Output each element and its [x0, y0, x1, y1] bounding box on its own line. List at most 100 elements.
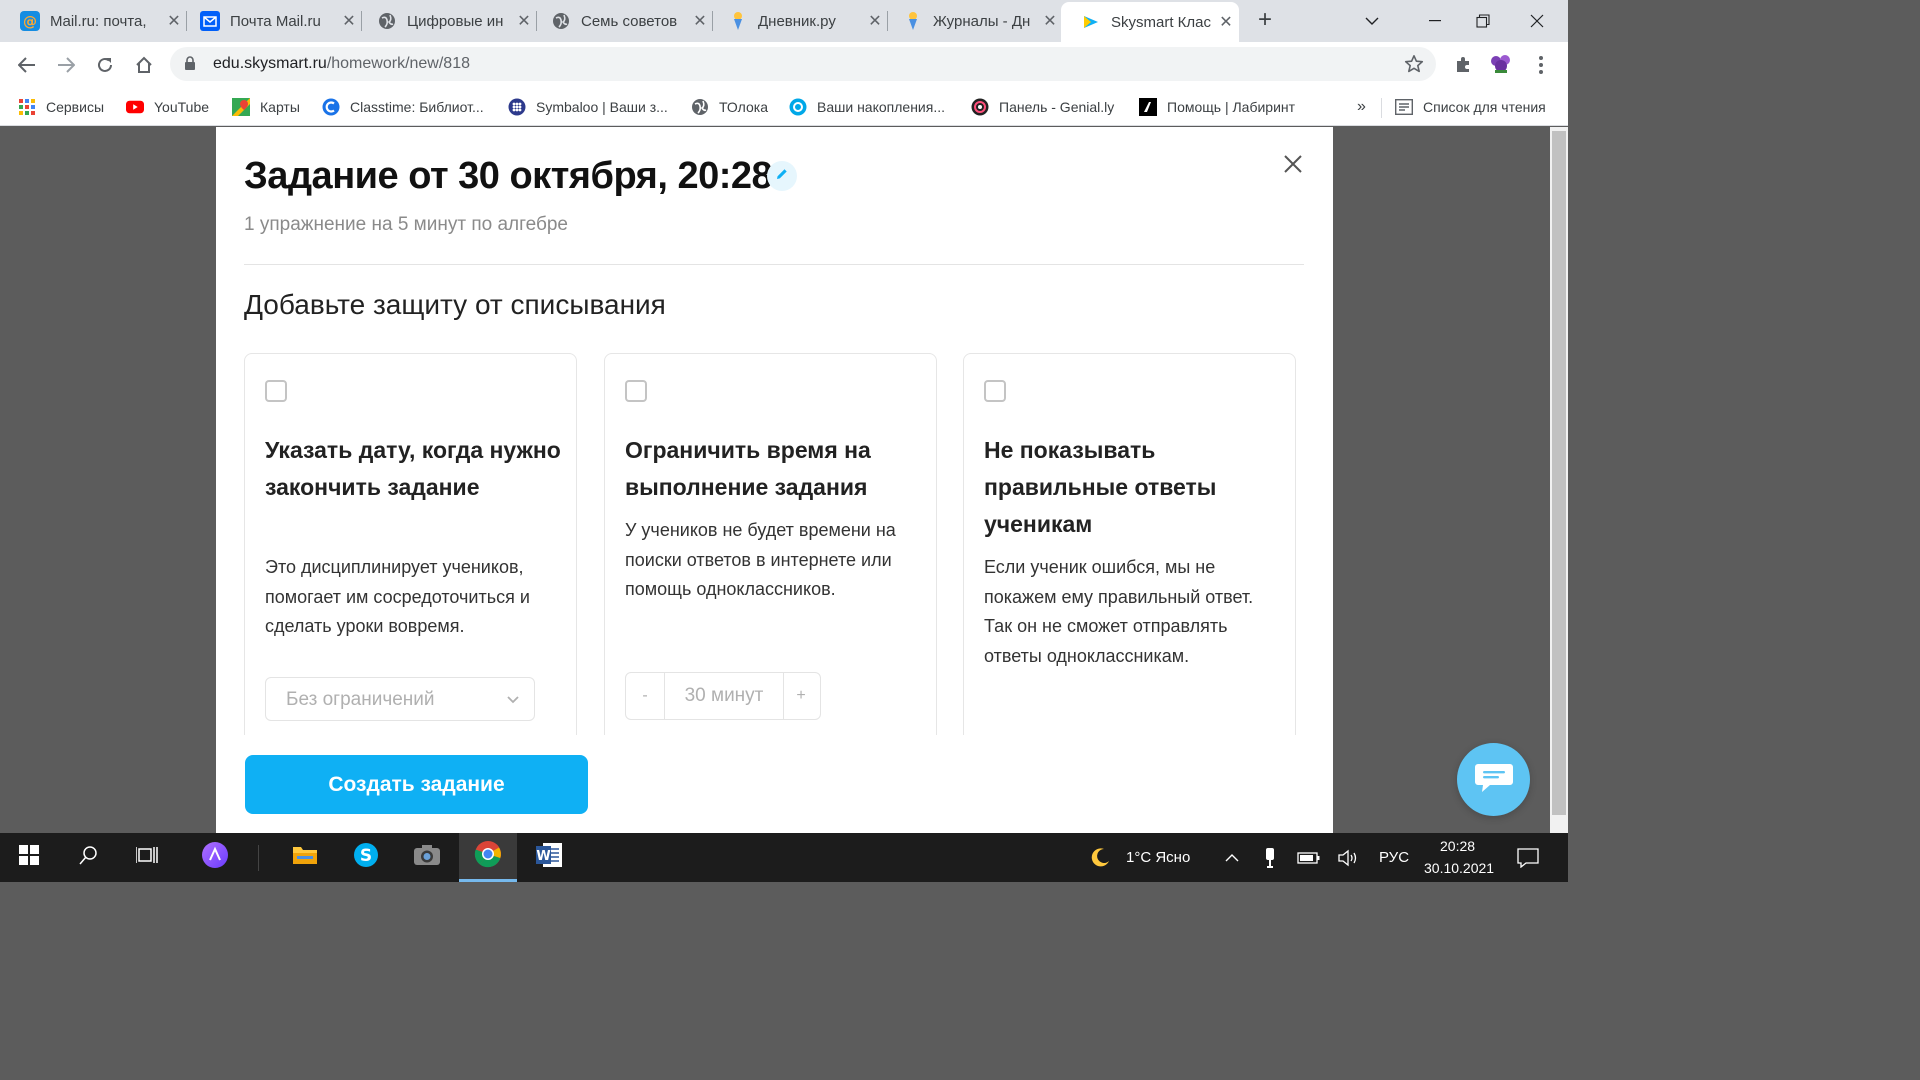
card-title: Не показывать правильные ответы ученикам: [984, 437, 1217, 537]
reload-button[interactable]: [90, 50, 120, 80]
bookmark-item[interactable]: ТОлока: [691, 94, 768, 120]
browser-tab[interactable]: Журналы - Дн ✕: [883, 0, 1063, 42]
skype-button[interactable]: S: [337, 833, 395, 882]
weather-moon-icon[interactable]: [1072, 833, 1128, 882]
taskbar-divider: [258, 845, 259, 871]
back-button[interactable]: [12, 50, 42, 80]
search-icon: [79, 845, 99, 870]
tab-title: Журналы - Дн: [933, 12, 1031, 30]
bookmark-item[interactable]: Ваши накопления...: [789, 94, 945, 120]
browser-menu-icon[interactable]: [1526, 50, 1556, 80]
task-view-icon: [135, 845, 158, 870]
skysmart-icon: [1081, 12, 1101, 32]
svg-text:S: S: [360, 846, 372, 866]
folder-icon: [292, 844, 318, 871]
youtube-icon: [126, 98, 144, 116]
scrollbar-thumb[interactable]: [1552, 131, 1566, 815]
pencil-icon: [775, 167, 789, 186]
card-title: Ограничить время на выполнение задания: [625, 437, 871, 500]
bookmark-item[interactable]: Панель - Genial.ly: [971, 94, 1114, 120]
hide-answers-card: Не показывать правильные ответы ученикам…: [963, 353, 1296, 753]
edit-title-button[interactable]: [767, 161, 797, 191]
stepper-plus-button[interactable]: +: [782, 673, 820, 719]
task-view-button[interactable]: [118, 833, 176, 882]
close-tab-icon[interactable]: ✕: [1037, 11, 1063, 31]
browser-tab[interactable]: Семь советов ✕: [531, 0, 713, 42]
extensions-icon[interactable]: [1448, 50, 1478, 80]
home-button[interactable]: [129, 50, 159, 80]
bookmark-item[interactable]: Symbaloo | Ваши з...: [508, 94, 668, 120]
browser-tab[interactable]: Почта Mail.ru ✕: [180, 0, 362, 42]
bookmark-item[interactable]: Помощь | Лабиринт: [1139, 94, 1295, 120]
input-language[interactable]: РУС: [1379, 849, 1409, 866]
bookmark-item[interactable]: Сервисы: [18, 94, 104, 120]
browser-tab-strip: @ Mail.ru: почта, ✕ Почта Mail.ru ✕ Цифр…: [0, 0, 1568, 42]
new-tab-button[interactable]: +: [1252, 8, 1278, 34]
clock-date[interactable]: 30.10.2021: [1424, 860, 1494, 876]
section-title: Добавьте защиту от списывания: [244, 289, 666, 320]
modal-close-button[interactable]: [1278, 151, 1308, 181]
address-bar[interactable]: edu.skysmart.ru/homework/new/818: [170, 47, 1436, 81]
chrome-icon: [474, 840, 502, 873]
deadline-checkbox[interactable]: [265, 380, 287, 402]
reading-list-label: Список для чтения: [1423, 99, 1546, 115]
close-tab-icon[interactable]: ✕: [1213, 12, 1239, 32]
tab-title: Цифровые ин: [407, 12, 504, 30]
modal-title: Задание от 30 октября, 20:28: [244, 155, 773, 197]
minimize-button[interactable]: [1410, 0, 1460, 42]
tab-search-icon[interactable]: [1347, 0, 1397, 42]
forward-button[interactable]: [51, 50, 81, 80]
camera-icon: [413, 844, 441, 871]
page-scrollbar[interactable]: [1550, 127, 1568, 833]
deadline-select[interactable]: Без ограничений: [265, 677, 535, 721]
symbaloo-icon: [508, 98, 526, 116]
clock-time[interactable]: 20:28: [1440, 838, 1475, 854]
lock-icon[interactable]: [184, 56, 196, 76]
bookmark-item[interactable]: Classtime: Библиот...: [322, 94, 484, 120]
tab-title: Семь советов: [581, 12, 678, 30]
profile-avatar[interactable]: [1486, 50, 1516, 80]
weather-text[interactable]: 1°C Ясно: [1126, 849, 1190, 866]
bookmarks-overflow-button[interactable]: »: [1357, 94, 1366, 120]
browser-tab[interactable]: @ Mail.ru: почта, ✕: [0, 0, 187, 42]
time-limit-stepper: - 30 минут +: [625, 672, 821, 720]
tab-title: Skysmart Клас: [1111, 13, 1212, 31]
stepper-minus-button[interactable]: -: [626, 673, 664, 719]
chrome-button[interactable]: [459, 833, 517, 882]
reading-list-icon: [1395, 98, 1413, 116]
labirint-icon: [1139, 98, 1157, 116]
stepper-value[interactable]: 30 минут: [664, 673, 784, 719]
search-button[interactable]: [60, 833, 118, 882]
chat-support-button[interactable]: [1457, 743, 1530, 816]
window-close-button[interactable]: [1512, 0, 1562, 42]
tab-title: Почта Mail.ru: [230, 12, 321, 30]
alice-assistant-button[interactable]: [186, 833, 244, 882]
camera-button[interactable]: [398, 833, 456, 882]
bookmark-item[interactable]: YouTube: [126, 94, 209, 120]
word-icon: W: [535, 842, 563, 873]
browser-tab-active[interactable]: Skysmart Клас ✕: [1061, 2, 1239, 42]
tab-title: Дневник.ру: [758, 12, 836, 30]
bookmark-item[interactable]: Карты: [232, 94, 300, 120]
bookmarks-bar: Сервисы YouTube Карты Classtime: Библиот…: [0, 88, 1568, 126]
skype-icon: S: [353, 842, 379, 873]
browser-tab[interactable]: Дневник.ру ✕: [708, 0, 888, 42]
time-limit-card: Ограничить время на выполнение задания У…: [604, 353, 937, 753]
svg-text:@: @: [23, 14, 37, 30]
notifications-icon[interactable]: [1503, 833, 1553, 882]
restore-button[interactable]: [1458, 0, 1508, 42]
hide-answers-checkbox[interactable]: [984, 380, 1006, 402]
word-button[interactable]: W: [520, 833, 578, 882]
windows-logo-icon: [19, 845, 39, 870]
start-button[interactable]: [0, 833, 58, 882]
volume-icon[interactable]: [1326, 833, 1372, 882]
windows-taskbar: S W 1°C Ясно РУС 20:28 30.10.2021: [0, 833, 1568, 882]
globe-icon: [377, 11, 397, 31]
time-limit-checkbox[interactable]: [625, 380, 647, 402]
reading-list-button[interactable]: Список для чтения: [1395, 94, 1546, 120]
file-explorer-button[interactable]: [276, 833, 334, 882]
browser-tab[interactable]: Цифровые ин ✕: [357, 0, 537, 42]
bookmark-star-icon[interactable]: [1404, 54, 1424, 79]
deadline-card: Указать дату, когда нужно закончить зада…: [244, 353, 577, 753]
create-task-button[interactable]: Создать задание: [245, 755, 588, 814]
